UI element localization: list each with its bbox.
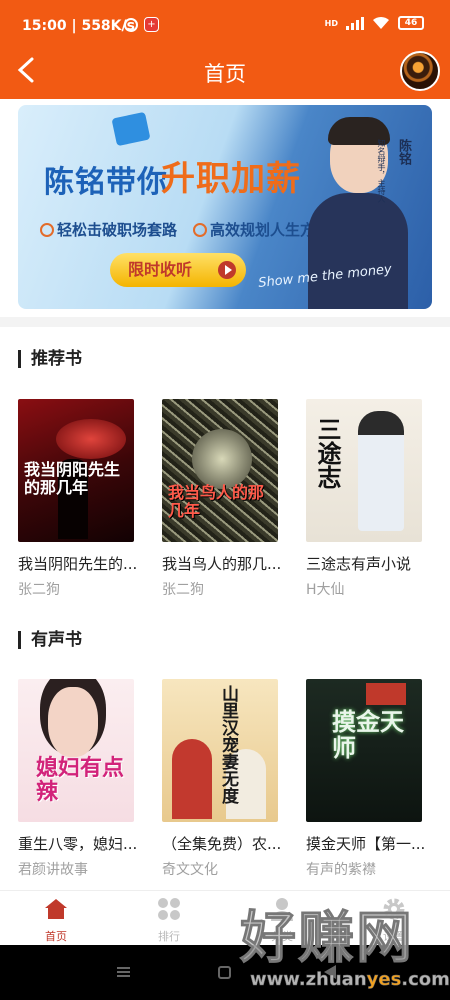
banner-bullet: 轻松击破职场套路 [40, 219, 177, 240]
cover-text: 我当鸟人的那几年 [168, 483, 265, 520]
book-cover[interactable]: 摸金天师 [306, 679, 422, 822]
network-type-label: HD [324, 18, 338, 28]
promo-banner[interactable]: 陈铭带你 升职加薪 轻松击破职场套路 高效规划人生方向 限时收听 陈铭 知名辩手… [18, 105, 432, 309]
listen-now-button[interactable]: 限时收听 [110, 253, 246, 287]
listen-now-label: 限时收听 [128, 260, 193, 279]
cover-text: 媳妇有点辣 [36, 756, 125, 805]
folder-icon [111, 111, 151, 147]
book-card[interactable]: 三途志 三途志有声小说 H大仙 [306, 399, 424, 599]
cover-text: 山里汉宠妻无度 [218, 685, 238, 804]
home-icon [45, 899, 67, 919]
book-card[interactable]: 山里汉宠妻无度 （全集免费）农... 奇文文化 [162, 679, 281, 879]
check-icon [193, 223, 208, 237]
host-name: 陈铭 [396, 139, 411, 165]
book-cover[interactable]: 媳妇有点辣 [18, 679, 134, 822]
watermark-url: www.zhuanyes.com [250, 969, 450, 991]
book-card[interactable]: 摸金天师 摸金天师【第一... 有声的紫襟 [306, 679, 425, 879]
book-title: 三途志有声小说 [306, 555, 412, 573]
nav-home-label: 首页 [45, 930, 67, 943]
cover-text: 摸金天师 [332, 708, 404, 762]
book-cover[interactable]: 三途志 [306, 399, 422, 542]
nav-rank[interactable]: 排行 [129, 897, 209, 944]
status-icons-left: + [124, 17, 159, 32]
book-card[interactable]: 我当阴阳先生的那几年 我当阴阳先生的... 张二狗 [18, 399, 137, 599]
book-title: 重生八零，媳妇... [18, 835, 138, 853]
banner-section: 陈铭带你 升职加薪 轻松击破职场套路 高效规划人生方向 限时收听 陈铭 知名辩手… [0, 99, 450, 396]
book-cover[interactable]: 我当阴阳先生的那几年 [18, 399, 134, 542]
cover-text: 三途志 [313, 417, 341, 489]
banner-bullets: 轻松击破职场套路 高效规划人生方向 [40, 219, 330, 240]
book-title: 摸金天师【第一... [306, 835, 426, 853]
book-author: 张二狗 [162, 582, 204, 598]
host-subtitle: 知名辩手，主持人 [377, 139, 386, 203]
book-title: （全集免费）农... [162, 835, 282, 853]
page-title: 首页 [204, 62, 246, 86]
signal-icon [346, 16, 364, 30]
status-time: 15:00 | 558K/s [22, 18, 135, 34]
nav-home[interactable]: 首页 [16, 897, 96, 944]
banner-bullet-text: 轻松击破职场套路 [57, 221, 178, 239]
alarm-icon [124, 17, 138, 32]
section-title-recommended: 推荐书 [18, 350, 82, 368]
app-header: 15:00 | 558K/s + HD 46 首页 [0, 0, 450, 99]
avatar[interactable] [400, 51, 440, 91]
battery-icon: 46 [398, 16, 424, 30]
book-author: 有声的紫襟 [306, 862, 376, 878]
book-author: 君颜讲故事 [18, 862, 88, 878]
cover-text: 我当阴阳先生的那几年 [24, 460, 121, 497]
book-cover[interactable]: 山里汉宠妻无度 [162, 679, 278, 822]
book-cover[interactable]: 我当鸟人的那几年 [162, 399, 278, 542]
clock-text: 15:00 [22, 18, 67, 34]
book-author: H大仙 [306, 582, 345, 598]
book-title: 我当阴阳先生的... [18, 555, 138, 573]
menu-icon[interactable] [117, 967, 130, 977]
section-title-audio: 有声书 [18, 631, 82, 649]
book-author: 张二狗 [18, 582, 60, 598]
system-home-icon[interactable] [218, 966, 231, 979]
banner-title-part1: 陈铭带你 [44, 165, 168, 200]
status-bar: 15:00 | 558K/s + HD 46 [0, 0, 450, 48]
book-title: 我当鸟人的那几... [162, 555, 282, 573]
play-icon [218, 261, 236, 279]
watermark-logo: 好赚网 [240, 906, 414, 972]
wifi-icon [373, 16, 389, 29]
site-watermark: 好赚网 www.zhuanyes.com [232, 893, 450, 995]
book-card[interactable]: 我当鸟人的那几年 我当鸟人的那几... 张二狗 [162, 399, 281, 599]
grid-icon [158, 898, 180, 920]
check-icon [40, 223, 54, 237]
nav-rank-label: 排行 [158, 930, 180, 943]
book-author: 奇文文化 [162, 862, 218, 878]
main-content: 推荐书 我当阴阳先生的那几年 我当阴阳先生的... 张二狗 我当鸟人的那几年 我… [0, 327, 450, 890]
banner-title-part2: 升职加薪 [161, 159, 301, 199]
book-card[interactable]: 媳妇有点辣 重生八零，媳妇... 君颜讲故事 [18, 679, 137, 879]
status-icons-right: HD 46 [325, 16, 424, 30]
app-notification-icon: + [144, 17, 159, 32]
